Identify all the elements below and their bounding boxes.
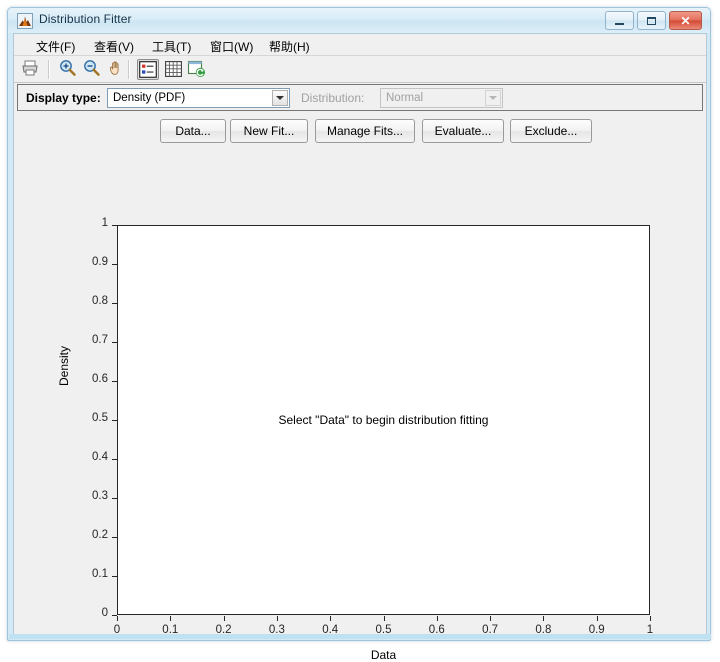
minimize-icon xyxy=(606,12,633,29)
x-tick-mark xyxy=(543,616,544,621)
menu-file[interactable]: 文件(F) xyxy=(32,37,79,56)
legend-button[interactable] xyxy=(137,59,159,80)
x-tick-mark xyxy=(384,616,385,621)
new-fit-button[interactable]: New Fit... xyxy=(230,119,308,143)
x-tick-mark xyxy=(650,616,651,621)
y-tick-mark xyxy=(112,576,117,577)
client-area: 文件(F) 查看(V) 工具(T) 窗口(W) 帮助(H) Display ty… xyxy=(13,33,707,662)
y-tick-mark xyxy=(112,459,117,460)
y-tick-label: 0.1 xyxy=(92,568,108,580)
chevron-down-icon xyxy=(485,90,501,106)
x-tick-mark xyxy=(597,616,598,621)
display-type-value: Density (PDF) xyxy=(113,92,186,104)
x-tick-mark xyxy=(437,616,438,621)
y-tick-mark xyxy=(112,225,117,226)
y-tick-mark xyxy=(112,420,117,421)
y-tick-mark xyxy=(112,498,117,499)
title-bar[interactable]: Distribution Fitter ✕ xyxy=(8,8,710,33)
y-tick-label: 0.5 xyxy=(92,412,108,424)
empty-plot-message: Select "Data" to begin distribution fitt… xyxy=(278,413,489,427)
x-tick-mark xyxy=(277,616,278,621)
zoom-out-icon xyxy=(84,60,100,76)
y-tick-label: 0.7 xyxy=(92,334,108,346)
y-tick-mark xyxy=(112,303,117,304)
zoom-in-button[interactable] xyxy=(58,59,80,80)
distribution-fitter-window: Distribution Fitter ✕ 文件(F) 查看(V) 工具(T) … xyxy=(7,7,711,662)
x-tick-mark xyxy=(330,616,331,621)
manage-fits-button[interactable]: Manage Fits... xyxy=(315,119,415,143)
grid-icon xyxy=(165,61,182,77)
y-tick-label: 0.4 xyxy=(92,451,108,463)
display-type-label: Display type: xyxy=(26,91,101,105)
distribution-select: Normal xyxy=(380,88,503,108)
maximize-icon xyxy=(638,12,665,29)
menu-help[interactable]: 帮助(H) xyxy=(265,37,314,56)
distribution-value: Normal xyxy=(386,92,424,104)
y-tick-label: 0.2 xyxy=(92,529,108,541)
evaluate-button[interactable]: Evaluate... xyxy=(422,119,504,143)
x-axis-label: Data xyxy=(370,648,397,662)
menu-view[interactable]: 查看(V) xyxy=(90,37,138,56)
print-icon xyxy=(22,60,38,76)
display-type-select[interactable]: Density (PDF) xyxy=(107,88,290,108)
distribution-label: Distribution: xyxy=(301,91,365,105)
toolbar-separator xyxy=(128,60,130,79)
tool-bar xyxy=(14,56,706,83)
matlab-membrane-icon xyxy=(17,13,33,29)
y-tick-label: 0 xyxy=(101,607,108,619)
y-tick-label: 0.3 xyxy=(92,490,108,502)
y-tick-mark xyxy=(112,381,117,382)
plot-figure[interactable]: Select "Data" to begin distribution fitt… xyxy=(17,148,703,662)
x-tick-mark xyxy=(224,616,225,621)
y-tick-mark xyxy=(112,537,117,538)
menu-bar: 文件(F) 查看(V) 工具(T) 窗口(W) 帮助(H) xyxy=(14,34,706,56)
x-tick-mark xyxy=(117,616,118,621)
exclude-button[interactable]: Exclude... xyxy=(510,119,592,143)
window-title: Distribution Fitter xyxy=(39,12,132,26)
y-tick-mark xyxy=(112,342,117,343)
pan-icon xyxy=(109,61,119,75)
close-button[interactable]: ✕ xyxy=(669,11,702,30)
restore-view-icon xyxy=(187,60,205,77)
menu-tools[interactable]: 工具(T) xyxy=(148,37,195,56)
menu-window[interactable]: 窗口(W) xyxy=(206,37,257,56)
y-tick-label: 0.6 xyxy=(92,373,108,385)
chevron-down-icon[interactable] xyxy=(272,90,288,106)
zoom-in-icon xyxy=(60,60,76,76)
y-tick-label: 1 xyxy=(101,217,108,229)
restore-view-button[interactable] xyxy=(186,59,208,80)
y-tick-label: 0.8 xyxy=(92,295,108,307)
close-icon: ✕ xyxy=(680,13,691,28)
legend-icon xyxy=(139,61,157,78)
toolbar-separator xyxy=(48,60,50,79)
y-axis-label: Density xyxy=(57,345,71,386)
x-tick-mark xyxy=(490,616,491,621)
window-bottom-edge xyxy=(9,634,711,639)
grid-button[interactable] xyxy=(163,59,185,80)
maximize-button[interactable] xyxy=(637,11,666,30)
minimize-button[interactable] xyxy=(605,11,634,30)
display-options-panel: Display type: Density (PDF) Distribution… xyxy=(17,84,703,111)
print-button[interactable] xyxy=(20,59,42,80)
pan-button[interactable] xyxy=(106,59,128,80)
data-button[interactable]: Data... xyxy=(160,119,226,143)
x-tick-mark xyxy=(170,616,171,621)
zoom-out-button[interactable] xyxy=(82,59,104,80)
y-tick-label: 0.9 xyxy=(92,256,108,268)
y-tick-mark xyxy=(112,264,117,265)
